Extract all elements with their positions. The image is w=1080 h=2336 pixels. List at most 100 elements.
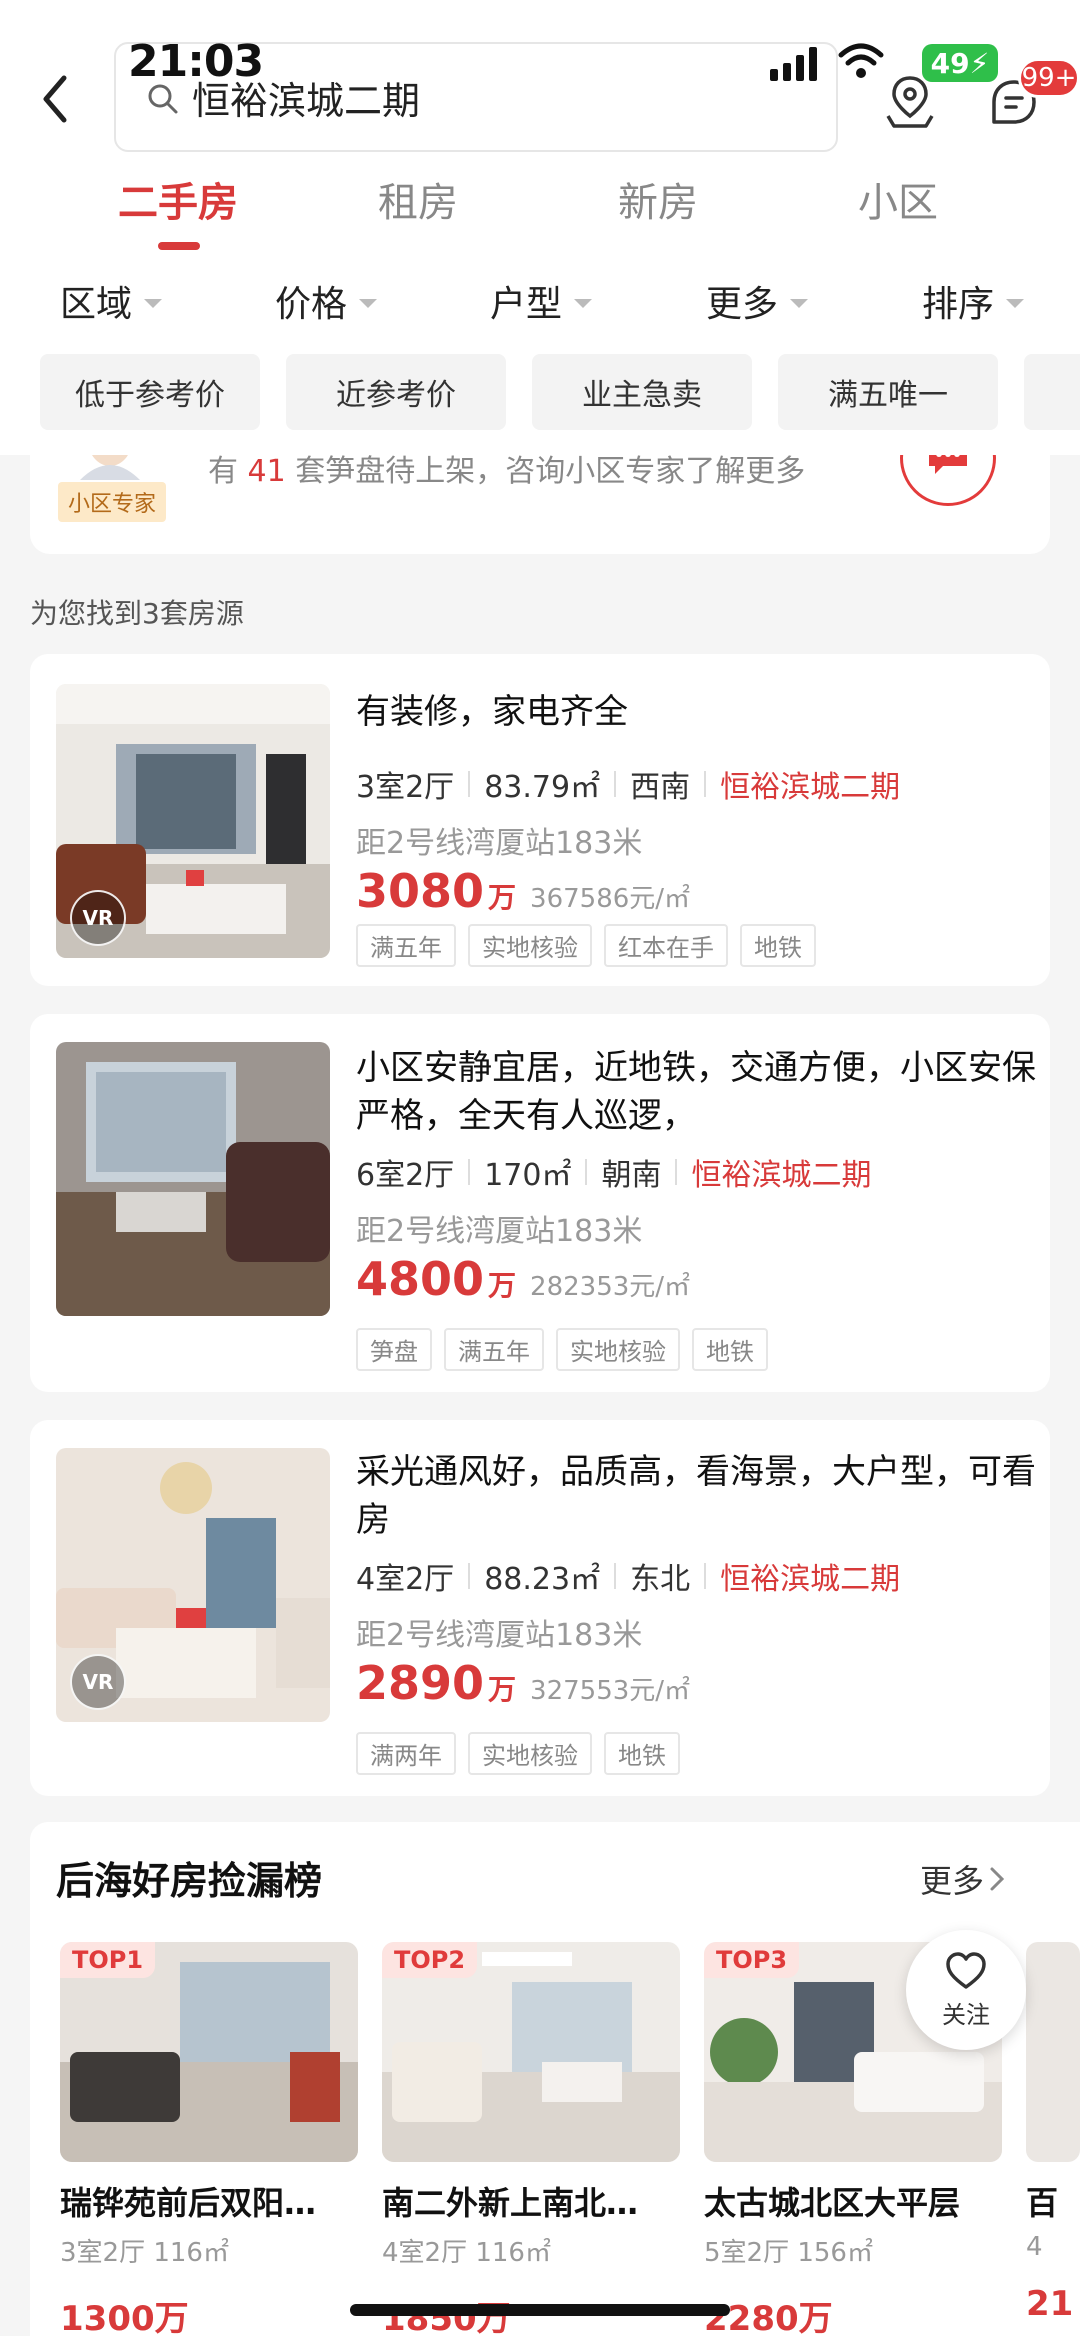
- ranking-item[interactable]: TOP1 瑞铧苑前后双阳… 3室2厅 116㎡ 1300万: [60, 1942, 358, 2336]
- ranking-item-name: 太古城北区大平层: [704, 2184, 961, 2222]
- unit-price: 327553元/㎡: [530, 1676, 691, 1706]
- listing-price: 3080 万 367586元/㎡: [356, 864, 690, 918]
- listing-tag: 地铁: [740, 924, 816, 967]
- listing-community[interactable]: 恒裕滨城二期: [691, 1150, 871, 1194]
- vr-badge-icon: VR: [70, 890, 126, 946]
- listing-tag: 地铁: [604, 1732, 680, 1775]
- listing-orientation: 西南: [630, 770, 691, 805]
- follow-button[interactable]: 关注: [906, 1930, 1026, 2050]
- search-input[interactable]: 21:03 恒裕滨城二期: [114, 36, 838, 152]
- listing-tag: 地铁: [692, 1328, 768, 1371]
- dropdown-arrow-icon: [144, 298, 163, 308]
- listing-tags: 满两年 实地核验 地铁: [356, 1732, 680, 1775]
- map-pin-icon: [886, 76, 934, 128]
- divider: [468, 1159, 471, 1185]
- listing-tags: 笋盘 满五年 实地核验 地铁: [356, 1328, 768, 1371]
- chevron-left-icon: [43, 75, 67, 123]
- price-unit: 万: [488, 1269, 517, 1302]
- ranking-item-name: 瑞铧苑前后双阳…: [60, 2184, 317, 2222]
- dropdown-arrow-icon: [574, 298, 593, 308]
- listing-layout: 3室2厅: [356, 770, 455, 805]
- listing-meta: 3室2厅 83.79㎡ 西南 恒裕滨城二期: [356, 762, 900, 806]
- active-tab-indicator: [158, 242, 200, 250]
- listing-tag: 笋盘: [356, 1328, 432, 1371]
- ranking-item-price: 1300万: [60, 2299, 189, 2336]
- ranking-item-name: 南二外新上南北…: [382, 2184, 639, 2222]
- filter-bar: 区域 价格 户型 更多 排序: [0, 275, 1080, 335]
- ranking-item[interactable]: TOP2 南二外新上南北… 4室2厅 116㎡ 1850万: [382, 1942, 680, 2336]
- dropdown-arrow-icon: [359, 298, 378, 308]
- listing-layout: 4室2厅: [356, 1562, 455, 1597]
- expert-prefix: 有: [208, 454, 238, 489]
- filter-sort[interactable]: 排序: [922, 275, 1025, 327]
- chip-below-reference[interactable]: 低于参考价: [40, 354, 260, 430]
- listing-tag: 红本在手: [604, 924, 728, 967]
- rank-badge: TOP3: [704, 1942, 800, 1978]
- total-price: 4800: [356, 1252, 485, 1306]
- heart-icon: [946, 1951, 986, 1989]
- listing-community[interactable]: 恒裕滨城二期: [720, 762, 900, 806]
- map-location-button[interactable]: [880, 72, 940, 132]
- tab-rent[interactable]: 租房: [338, 170, 498, 228]
- listing-orientation: 朝南: [601, 1158, 662, 1193]
- filter-area[interactable]: 区域: [60, 275, 163, 327]
- listing-tag: 实地核验: [556, 1328, 680, 1371]
- filter-price[interactable]: 价格: [275, 275, 378, 327]
- ranking-item-price: 21: [1026, 2284, 1074, 2324]
- ranking-more-link[interactable]: 更多: [920, 1856, 1008, 1902]
- listing-card[interactable]: 小区安静宜居，近地铁，交通方便，小区安保严格，全天有人巡逻， 6室2厅 170㎡…: [30, 1014, 1050, 1392]
- ranking-item[interactable]: 百 4 21: [1026, 1942, 1080, 2324]
- more-label: 更多: [920, 1862, 985, 1900]
- ranking-item-name: 百: [1026, 2184, 1059, 2222]
- ranking-item-spec: 5室2厅 156㎡: [704, 2238, 873, 2268]
- ranking-item-spec: 3室2厅 116㎡: [60, 2238, 229, 2268]
- chevron-right-icon: [990, 1867, 1005, 1891]
- home-indicator[interactable]: [350, 2304, 730, 2316]
- expert-suffix: 套笋盘待上架，咨询小区专家了解更多: [295, 454, 806, 489]
- listing-meta: 4室2厅 88.23㎡ 东北 恒裕滨城二期: [356, 1554, 900, 1598]
- listing-card[interactable]: VR 采光通风好，品质高，看海景，大户型，可看房 4室2厅 88.23㎡ 东北 …: [30, 1420, 1050, 1796]
- divider: [468, 771, 471, 797]
- listing-title: 采光通风好，品质高，看海景，大户型，可看房: [356, 1452, 1036, 1540]
- signal-icon: [770, 41, 817, 81]
- filter-label: 区域: [60, 284, 133, 325]
- filter-label: 更多: [706, 284, 779, 325]
- chip-five-year-only[interactable]: 满五唯一: [778, 354, 998, 430]
- ranking-photo: TOP1: [60, 1942, 358, 2162]
- listing-photo: VR: [56, 684, 330, 958]
- message-count-badge: 99+: [1018, 58, 1080, 98]
- price-unit: 万: [488, 1673, 517, 1706]
- filter-more[interactable]: 更多: [706, 275, 809, 327]
- chip-near-reference[interactable]: 近参考价: [286, 354, 506, 430]
- listing-tag: 实地核验: [468, 1732, 592, 1775]
- listing-meta: 6室2厅 170㎡ 朝南 恒裕滨城二期: [356, 1150, 871, 1194]
- listing-area: 88.23㎡: [484, 1562, 601, 1597]
- tab-second-hand[interactable]: 二手房: [98, 170, 258, 228]
- listing-layout: 6室2厅: [356, 1158, 455, 1193]
- listing-card[interactable]: VR 有装修，家电齐全 3室2厅 83.79㎡ 西南 恒裕滨城二期 距2号线湾厦…: [30, 654, 1050, 986]
- ranking-section: 后海好房捡漏榜 更多 TOP1 瑞铧苑前后双阳… 3室2厅 116㎡ 1300万…: [30, 1822, 1080, 2336]
- search-value: 恒裕滨城二期: [192, 79, 421, 123]
- chip-more[interactable]: [1024, 354, 1080, 430]
- listing-photo: VR: [56, 1448, 330, 1722]
- back-button[interactable]: [30, 64, 80, 134]
- divider: [675, 1159, 678, 1185]
- tab-community[interactable]: 小区: [818, 170, 978, 228]
- tab-new-home[interactable]: 新房: [578, 170, 738, 228]
- total-price: 2890: [356, 1656, 485, 1710]
- listing-price: 4800 万 282353元/㎡: [356, 1252, 690, 1306]
- rank-badge: TOP1: [60, 1942, 156, 1978]
- dropdown-arrow-icon: [790, 298, 809, 308]
- listing-distance: 距2号线湾厦站183米: [356, 1618, 643, 1653]
- filter-layout[interactable]: 户型: [490, 275, 593, 327]
- filter-label: 排序: [922, 284, 995, 325]
- listing-photo: [56, 1042, 330, 1316]
- status-bar-right: [770, 36, 885, 86]
- listing-area: 83.79㎡: [484, 770, 601, 805]
- chip-urgent-sale[interactable]: 业主急卖: [532, 354, 752, 430]
- divider: [585, 1159, 588, 1185]
- unit-price: 282353元/㎡: [530, 1272, 691, 1302]
- listing-area: 170㎡: [484, 1158, 572, 1193]
- quick-filter-chips: 低于参考价 近参考价 业主急卖 满五唯一: [0, 354, 1080, 432]
- listing-community[interactable]: 恒裕滨城二期: [720, 1554, 900, 1598]
